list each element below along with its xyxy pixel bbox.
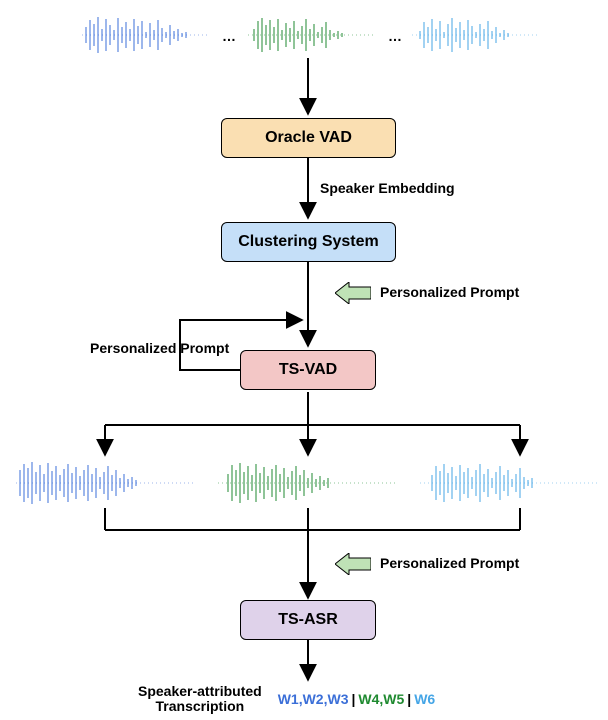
separated-waveform-3 — [420, 460, 600, 506]
token-group-1: W1,W2,W3 — [278, 691, 349, 707]
token-group-3: W6 — [414, 691, 435, 707]
clustering-label: Clustering System — [238, 233, 378, 251]
input-waveform-3 — [412, 15, 537, 55]
transcription-label: Speaker-attributed Transcription — [138, 684, 262, 715]
input-waveform-1 — [82, 15, 207, 55]
oracle-vad-node: Oracle VAD — [221, 118, 396, 158]
input-waveform-2 — [248, 15, 373, 55]
ts-vad-node: TS-VAD — [240, 350, 376, 390]
prompt-label-1: Personalized Prompt — [380, 284, 519, 300]
sep-1: | — [351, 691, 355, 707]
ts-asr-label: TS-ASR — [278, 611, 338, 629]
prompt-arrow-icon-2 — [335, 553, 371, 575]
sep-2: | — [407, 691, 411, 707]
prompt-label-loop: Personalized Prompt — [90, 340, 229, 356]
oracle-vad-label: Oracle VAD — [265, 129, 352, 147]
transcription-output: Speaker-attributed Transcription W1,W2,W… — [138, 684, 435, 715]
prompt-arrow-icon-1 — [335, 282, 371, 304]
separated-waveform-2 — [218, 460, 398, 506]
speaker-embedding-label: Speaker Embedding — [320, 180, 455, 196]
clustering-node: Clustering System — [221, 222, 396, 262]
ellipsis-1: … — [222, 28, 236, 44]
prompt-label-2: Personalized Prompt — [380, 555, 519, 571]
ts-vad-label: TS-VAD — [279, 361, 337, 379]
ts-asr-node: TS-ASR — [240, 600, 376, 640]
transcription-tokens: W1,W2,W3 | W4,W5 | W6 — [270, 691, 436, 707]
token-group-2: W4,W5 — [358, 691, 404, 707]
ellipsis-2: … — [388, 28, 402, 44]
separated-waveform-1 — [16, 460, 196, 506]
